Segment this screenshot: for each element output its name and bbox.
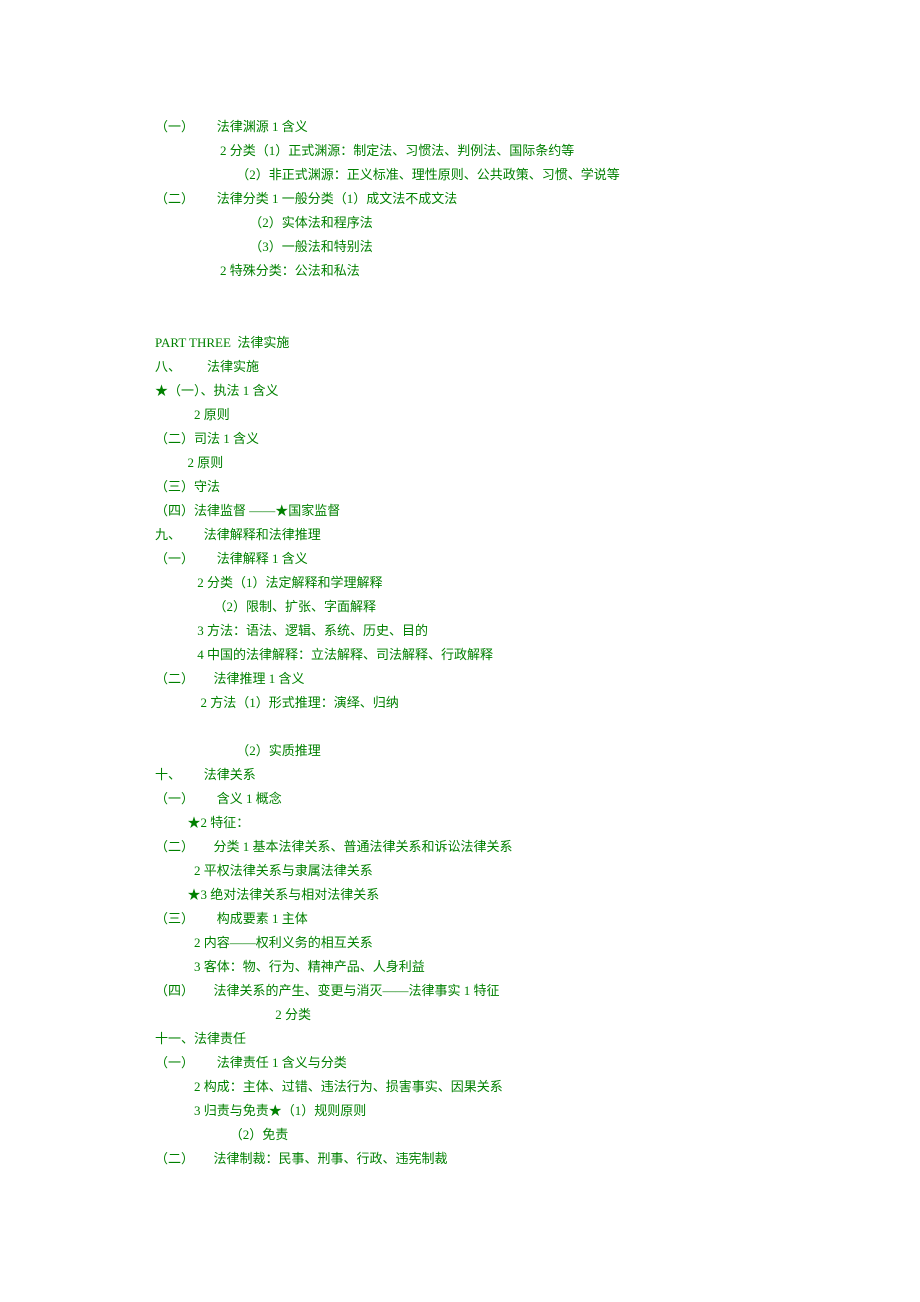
outline-line: 3 客体：物、行为、精神产品、人身利益: [155, 955, 765, 979]
outline-line: 九、 法律解释和法律推理: [155, 523, 765, 547]
outline-line: 3 方法：语法、逻辑、系统、历史、目的: [155, 619, 765, 643]
outline-line: 八、 法律实施: [155, 355, 765, 379]
blank-line: [155, 283, 765, 307]
document-page: （一） 法律渊源 1 含义 2 分类（1）正式渊源：制定法、习惯法、判例法、国际…: [0, 0, 920, 1271]
outline-line: （二） 法律推理 1 含义: [155, 667, 765, 691]
outline-line: 2 分类: [155, 1003, 765, 1027]
outline-line: 十、 法律关系: [155, 763, 765, 787]
outline-line: （四）法律监督 ——★国家监督: [155, 499, 765, 523]
outline-line: 2 构成：主体、过错、违法行为、损害事实、因果关系: [155, 1075, 765, 1099]
outline-line: 2 特殊分类：公法和私法: [155, 259, 765, 283]
outline-line: （三）守法: [155, 475, 765, 499]
outline-line: 2 分类（1）法定解释和学理解释: [155, 571, 765, 595]
outline-line: （四） 法律关系的产生、变更与消灭——法律事实 1 特征: [155, 979, 765, 1003]
outline-line: （2）实质推理: [155, 739, 765, 763]
outline-line: 十一、法律责任: [155, 1027, 765, 1051]
outline-line: 2 内容——权利义务的相互关系: [155, 931, 765, 955]
outline-line: （一） 法律责任 1 含义与分类: [155, 1051, 765, 1075]
outline-line: ★2 特征：: [155, 811, 765, 835]
outline-line: （二） 法律分类 1 一般分类（1）成文法不成文法: [155, 187, 765, 211]
outline-line: （2）限制、扩张、字面解释: [155, 595, 765, 619]
outline-line: 2 分类（1）正式渊源：制定法、习惯法、判例法、国际条约等: [155, 139, 765, 163]
outline-line: （二） 法律制裁：民事、刑事、行政、违宪制裁: [155, 1147, 765, 1171]
outline-line: （3）一般法和特别法: [155, 235, 765, 259]
outline-line: 2 平权法律关系与隶属法律关系: [155, 859, 765, 883]
outline-line: 3 归责与免责★（1）规则原则: [155, 1099, 765, 1123]
outline-line: （2）实体法和程序法: [155, 211, 765, 235]
outline-line: 4 中国的法律解释：立法解释、司法解释、行政解释: [155, 643, 765, 667]
outline-line: （一） 含义 1 概念: [155, 787, 765, 811]
outline-line: 2 原则: [155, 403, 765, 427]
outline-line: （2）免责: [155, 1123, 765, 1147]
blank-line: [155, 715, 765, 739]
outline-line: ★（一）、执法 1 含义: [155, 379, 765, 403]
outline-line: ★3 绝对法律关系与相对法律关系: [155, 883, 765, 907]
outline-line: （二）司法 1 含义: [155, 427, 765, 451]
outline-line: （一） 法律渊源 1 含义: [155, 115, 765, 139]
blank-line: [155, 307, 765, 331]
outline-line: （2）非正式渊源：正义标准、理性原则、公共政策、习惯、学说等: [155, 163, 765, 187]
part-heading: PART THREE 法律实施: [155, 331, 765, 355]
outline-line: （一） 法律解释 1 含义: [155, 547, 765, 571]
outline-line: 2 原则: [155, 451, 765, 475]
outline-line: 2 方法（1）形式推理：演绎、归纳: [155, 691, 765, 715]
outline-line: （三） 构成要素 1 主体: [155, 907, 765, 931]
outline-line: （二） 分类 1 基本法律关系、普通法律关系和诉讼法律关系: [155, 835, 765, 859]
